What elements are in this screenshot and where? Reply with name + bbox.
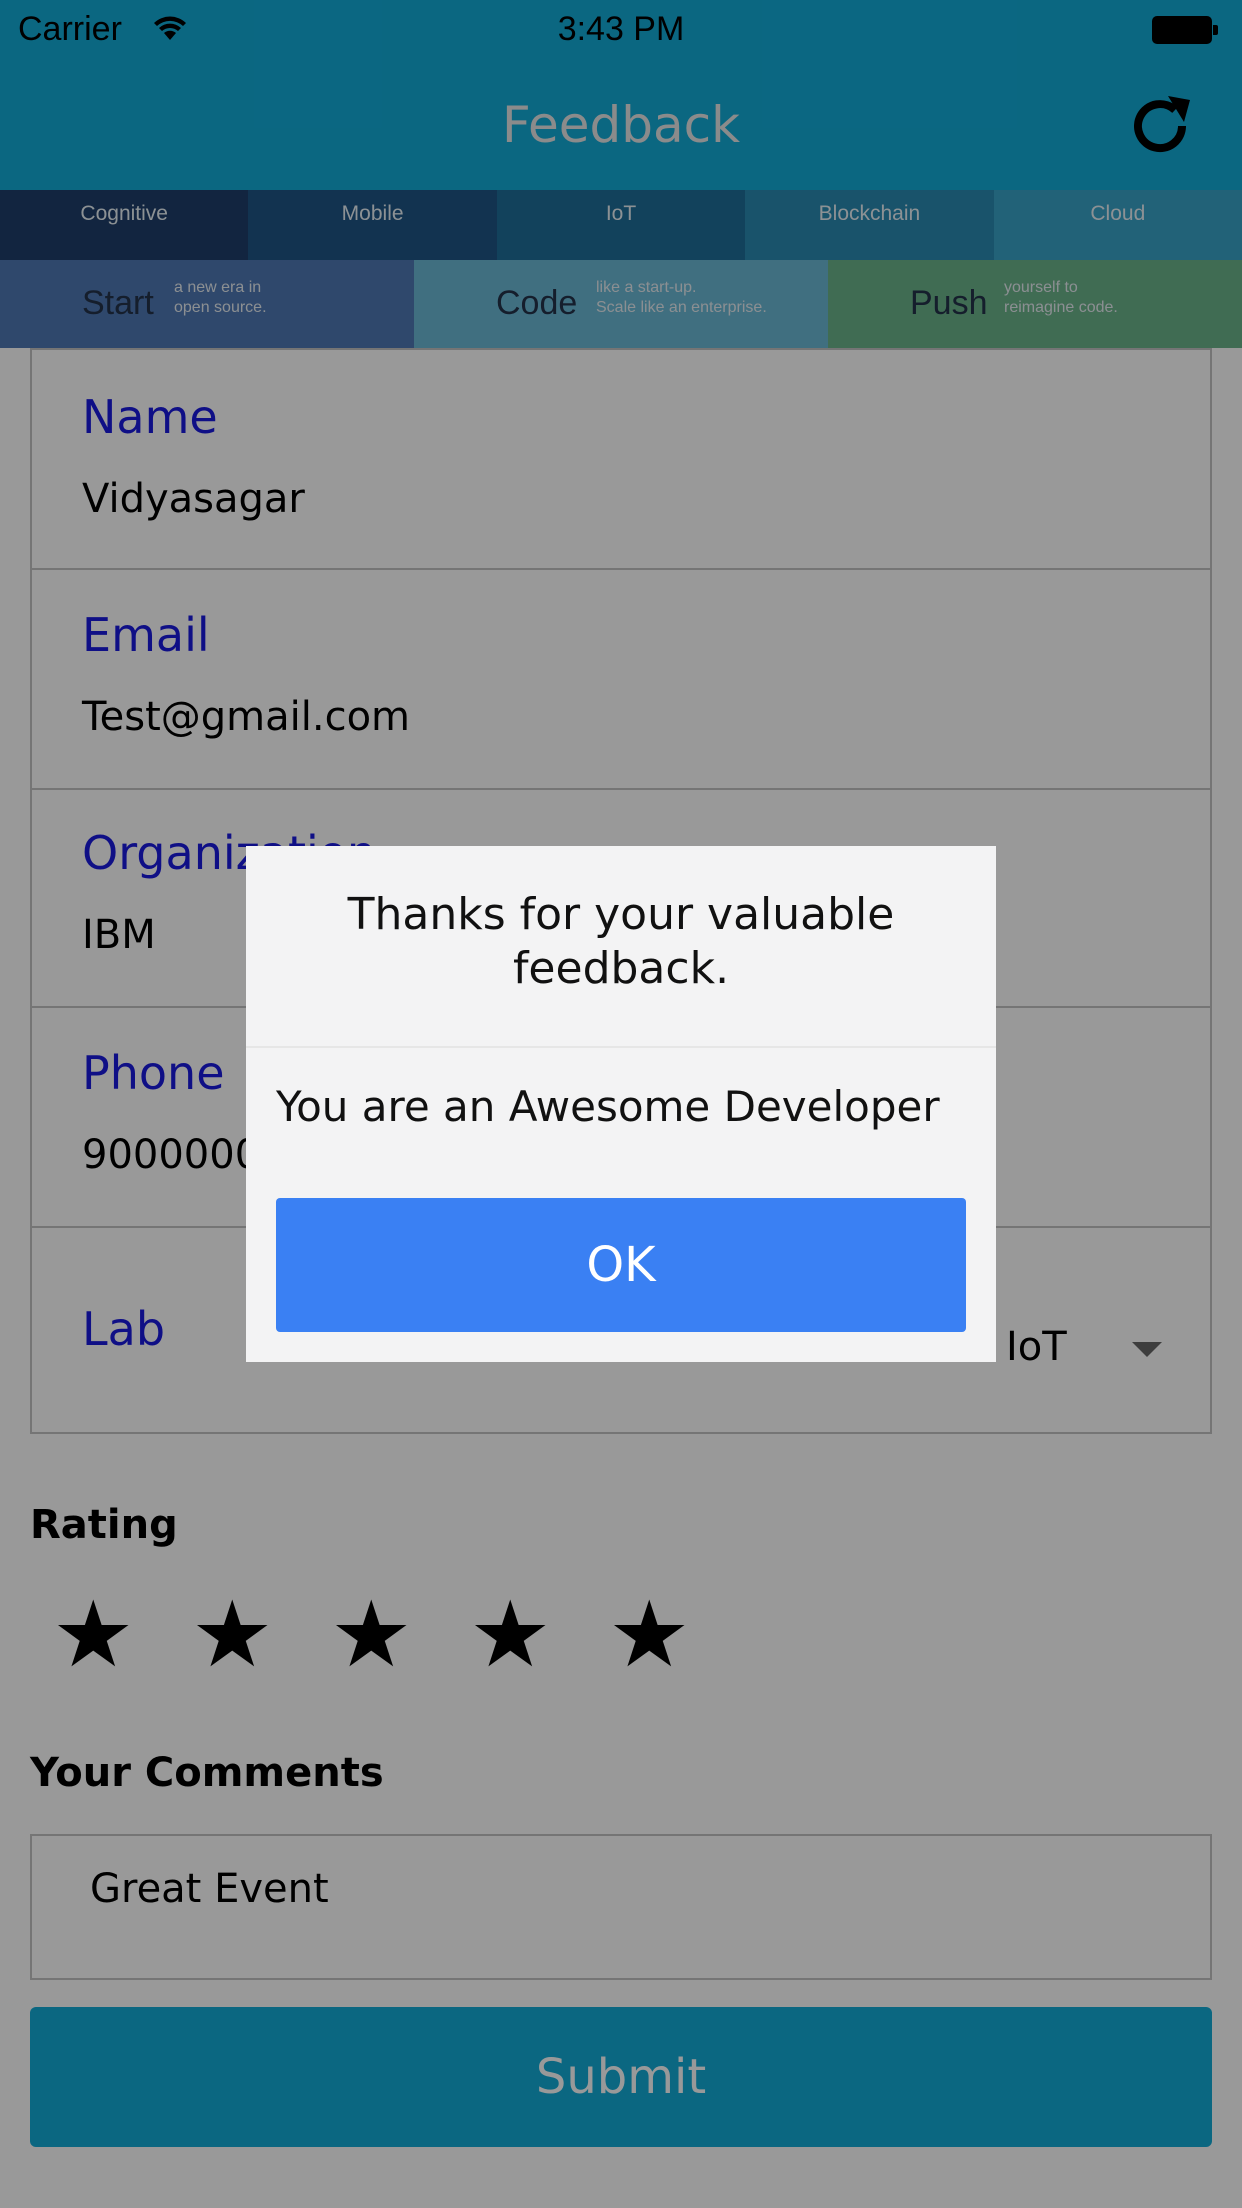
dialog-message: You are an Awesome Developer <box>276 1082 940 1131</box>
ok-button[interactable]: OK <box>276 1198 966 1332</box>
dialog-divider <box>246 1046 996 1048</box>
alert-dialog: Thanks for your valuable feedback. You ar… <box>246 846 996 1362</box>
dialog-title: Thanks for your valuable feedback. <box>347 889 895 994</box>
